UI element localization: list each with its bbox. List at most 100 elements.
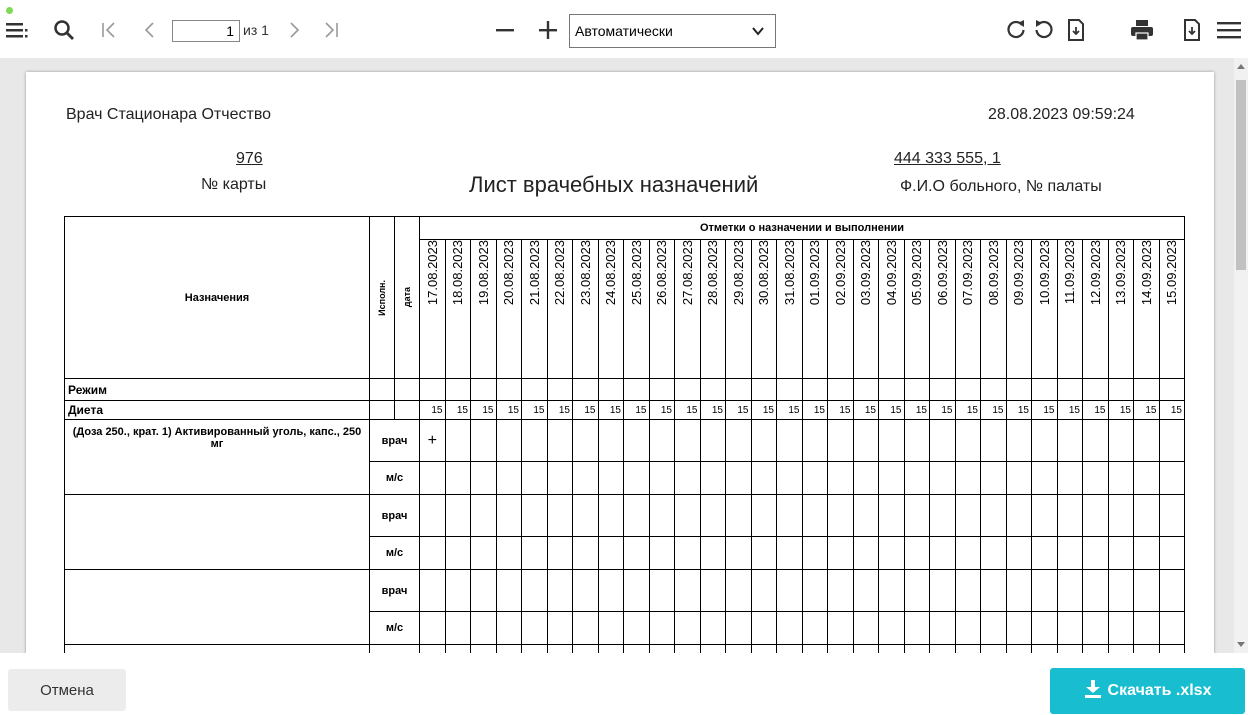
cell	[929, 569, 956, 612]
cell	[648, 461, 675, 495]
sidebar-toggle-icon[interactable]	[4, 17, 30, 43]
cell	[1133, 536, 1160, 570]
date-header: 09.09.2023	[1005, 239, 1032, 379]
scroll-up-icon[interactable]	[1237, 64, 1245, 69]
date-label: 13.09.2023	[1113, 240, 1129, 306]
cell	[980, 494, 1007, 537]
cell	[725, 419, 752, 462]
last-page-icon[interactable]	[318, 17, 346, 43]
cell	[623, 494, 650, 537]
report-doctor-name: Врач Стационара Отчество	[66, 106, 272, 123]
cell	[597, 461, 624, 495]
cell	[419, 644, 446, 653]
cell	[546, 419, 573, 462]
cell	[1082, 644, 1109, 653]
diet-cell: 15	[444, 400, 471, 420]
cell	[444, 569, 471, 612]
vertical-scrollbar[interactable]	[1234, 58, 1248, 653]
cell	[725, 461, 752, 495]
date-header: 20.08.2023	[495, 239, 522, 379]
date-label: 19.08.2023	[475, 240, 491, 306]
cell	[852, 378, 879, 401]
search-icon[interactable]	[50, 17, 78, 43]
cell	[929, 461, 956, 495]
next-page-icon[interactable]	[284, 17, 306, 43]
cell	[444, 461, 471, 495]
download-icon[interactable]	[1180, 17, 1204, 43]
cell	[1005, 644, 1032, 653]
cancel-button[interactable]: Отмена	[8, 669, 126, 711]
cell	[878, 644, 905, 653]
cell	[444, 494, 471, 537]
rotate-cw-icon[interactable]	[1003, 17, 1029, 43]
cell	[827, 569, 854, 612]
rotate-ccw-icon[interactable]	[1031, 17, 1057, 43]
prescription-cell: (Доза 250., крат. 1) Активированный угол…	[64, 419, 370, 495]
scroll-down-icon[interactable]	[1237, 642, 1245, 647]
date-header: 03.09.2023	[852, 239, 879, 379]
cell	[597, 536, 624, 570]
cell	[827, 536, 854, 570]
cell	[546, 461, 573, 495]
cell	[572, 644, 599, 653]
cell	[954, 611, 981, 645]
cell	[521, 569, 548, 612]
zoom-out-icon[interactable]	[491, 17, 519, 43]
cell	[623, 419, 650, 462]
cell	[776, 569, 803, 612]
cell	[725, 644, 752, 653]
cell	[597, 644, 624, 653]
cell	[1031, 461, 1058, 495]
page-number-input[interactable]	[172, 20, 240, 42]
cell	[521, 494, 548, 537]
cell	[1082, 494, 1109, 537]
diet-cell: 15	[852, 400, 879, 420]
zoom-select[interactable]: Автоматически	[569, 14, 776, 48]
date-header: 11.09.2023	[1056, 239, 1083, 379]
cell	[750, 494, 777, 537]
cell	[674, 644, 701, 653]
download-xlsx-button[interactable]: Скачать .xlsx	[1050, 668, 1245, 714]
cell	[1056, 569, 1083, 612]
cell	[470, 644, 497, 653]
diet-cell: 15	[980, 400, 1007, 420]
prev-page-icon[interactable]	[138, 17, 160, 43]
date-label: 26.08.2023	[654, 240, 670, 306]
column-header-date-label: дата	[402, 287, 412, 308]
cell	[1133, 611, 1160, 645]
cell	[1082, 569, 1109, 612]
cell	[546, 644, 573, 653]
menu-icon[interactable]	[1214, 17, 1244, 43]
date-header: 05.09.2023	[903, 239, 930, 379]
cell	[878, 569, 905, 612]
document-viewer[interactable]: Врач Стационара Отчество 28.08.2023 09:5…	[0, 58, 1248, 653]
print-icon[interactable]	[1128, 17, 1156, 43]
cell	[1158, 536, 1185, 570]
cell	[852, 494, 879, 537]
cell	[1107, 378, 1134, 401]
cell	[1082, 378, 1109, 401]
scroll-thumb[interactable]	[1236, 80, 1246, 270]
cell	[674, 611, 701, 645]
zoom-in-icon[interactable]	[534, 17, 562, 43]
cell	[750, 569, 777, 612]
cell	[470, 611, 497, 645]
cell	[521, 644, 548, 653]
open-file-icon[interactable]	[1064, 17, 1088, 43]
cell	[521, 419, 548, 462]
cell	[1158, 461, 1185, 495]
date-label: 17.08.2023	[424, 240, 440, 306]
cell	[444, 644, 471, 653]
cell	[1031, 536, 1058, 570]
cell	[980, 419, 1007, 462]
cell	[674, 536, 701, 570]
cell	[878, 419, 905, 462]
first-page-icon[interactable]	[94, 17, 122, 43]
diet-cell: 15	[495, 400, 522, 420]
cell	[623, 644, 650, 653]
cell	[1158, 569, 1185, 612]
cell	[1107, 644, 1134, 653]
date-label: 24.08.2023	[603, 240, 619, 306]
cell	[394, 400, 420, 420]
performer-nurse: м/с	[369, 461, 420, 495]
